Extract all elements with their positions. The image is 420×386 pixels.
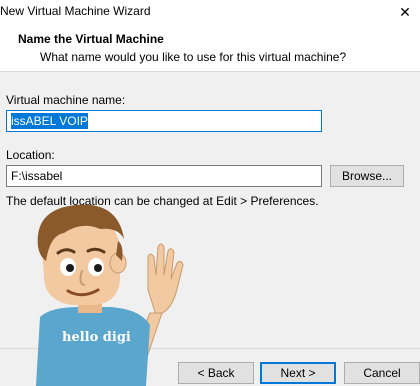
cancel-button[interactable]: Cancel (344, 362, 420, 384)
window-title: New Virtual Machine Wizard (0, 4, 151, 18)
page-title: Name the Virtual Machine (18, 32, 164, 46)
back-button[interactable]: < Back (178, 362, 254, 384)
location-label: Location: (6, 148, 55, 162)
browse-button[interactable]: Browse... (330, 165, 404, 187)
mascot-illustration: hello digi (36, 204, 184, 386)
location-value: F:\issabel (11, 169, 63, 183)
wizard-window: New Virtual Machine Wizard ✕ Name the Vi… (0, 0, 420, 386)
vm-name-value: issABEL VOIP (11, 113, 88, 129)
title-bar: New Virtual Machine Wizard ✕ (0, 0, 420, 24)
mascot-shirt-text: hello digi (62, 330, 131, 345)
vm-name-input[interactable]: issABEL VOIP (6, 110, 322, 132)
next-button[interactable]: Next > (260, 362, 336, 384)
wizard-header: Name the Virtual Machine What name would… (0, 24, 420, 72)
close-icon[interactable]: ✕ (390, 0, 420, 24)
page-subtitle: What name would you like to use for this… (40, 50, 347, 64)
location-input[interactable]: F:\issabel (6, 165, 322, 187)
vm-name-label: Virtual machine name: (6, 93, 126, 107)
